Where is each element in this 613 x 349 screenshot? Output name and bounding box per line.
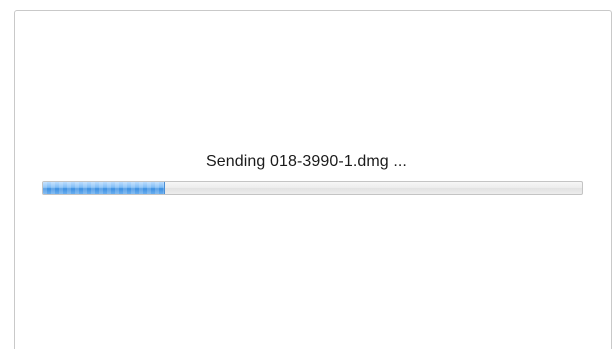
transfer-status-text: Sending 018-3990-1.dmg ... (206, 153, 407, 170)
transfer-window: Sending 018-3990-1.dmg ... (0, 0, 613, 349)
transfer-progress-bar (42, 181, 583, 195)
transfer-panel (14, 10, 612, 349)
transfer-progress-fill (43, 182, 165, 194)
